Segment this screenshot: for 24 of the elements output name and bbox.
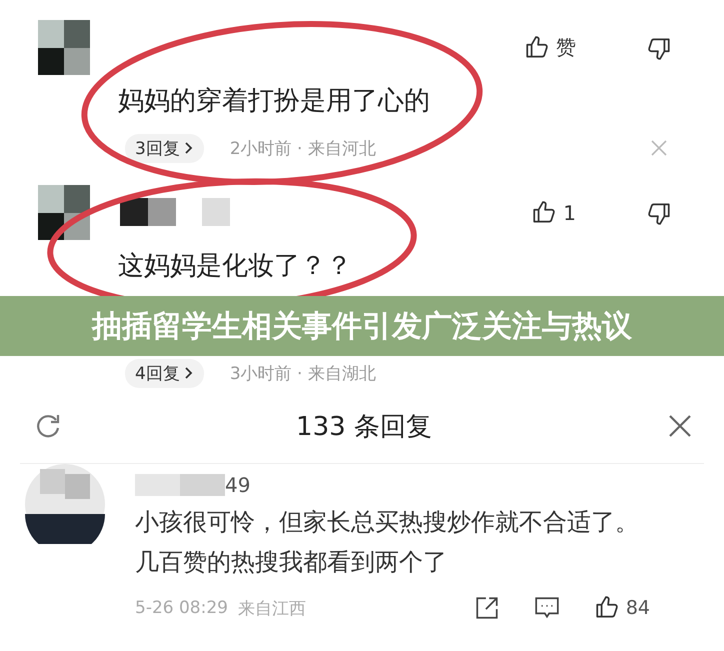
comment-icon[interactable]	[534, 595, 560, 621]
chevron-icon	[184, 366, 194, 380]
comment-text: 妈妈的穿着打扮是用了心的	[118, 85, 431, 118]
replies-button[interactable]: 3回复	[125, 134, 204, 162]
reply-text: 小孩很可怜，但家长总买热搜炒作就不合适了。几百赞的热搜我都看到两个了	[135, 507, 640, 578]
avatar-icon	[38, 185, 90, 240]
chevron-icon	[184, 141, 194, 155]
avatar-icon	[38, 20, 90, 75]
panel-title: 133 条回复	[296, 410, 432, 444]
headline-banner: 抽插留学生相关事件引发广泛关注与热议	[0, 296, 724, 356]
replies-button[interactable]: 4回复	[125, 358, 204, 388]
thumbs-up-icon[interactable]	[524, 34, 550, 60]
username: 49	[225, 473, 250, 497]
reply-time: 5-26 08:29	[135, 598, 228, 618]
comment-meta: 3小时前 · 来自湖北	[230, 362, 376, 384]
comment-meta: 2小时前 · 来自河北	[230, 138, 376, 160]
like-count: 1	[563, 200, 576, 224]
reply-location: 来自江西	[238, 598, 306, 620]
like-count: 赞	[556, 34, 576, 61]
share-icon[interactable]	[474, 595, 500, 621]
like-count: 84	[626, 597, 650, 619]
refresh-icon[interactable]	[34, 412, 62, 440]
comment-text: 这妈妈是化妆了？？	[118, 250, 353, 283]
thumbs-up-icon[interactable]	[531, 200, 558, 226]
